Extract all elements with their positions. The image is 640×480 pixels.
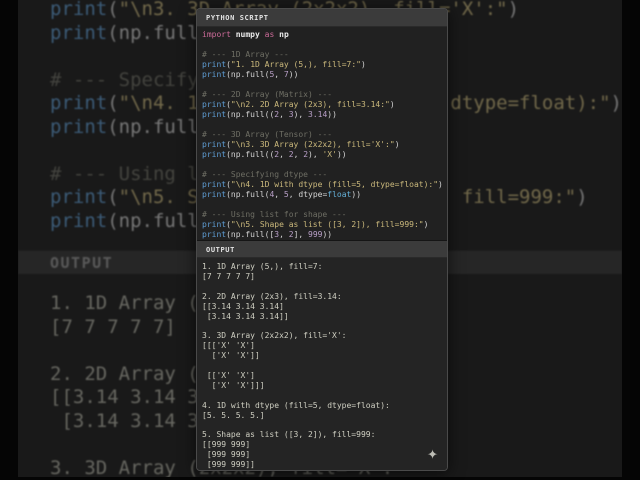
- code-line: ['X' 'X']]: [202, 351, 260, 361]
- bg-output-header-label: OUTPUT: [50, 254, 114, 272]
- script-code: import numpy as np # --- 1D Array --- pri…: [197, 27, 447, 240]
- code-line: [3.14 3.14 3.14]]: [202, 311, 289, 321]
- output-header-label: OUTPUT: [206, 246, 235, 254]
- code-line: [[3.14 3.14 3.14]: [202, 301, 284, 311]
- script-header-label: PYTHON SCRIPT: [206, 14, 269, 22]
- code-line: [999 999]]: [202, 460, 255, 470]
- code-line: [7 7 7 7 7]: [202, 271, 255, 281]
- script-header: PYTHON SCRIPT: [197, 9, 447, 27]
- code-line: 3. 3D Array (2x2x2), fill='X':: [202, 331, 347, 341]
- code-line: # --- Specifying dtype ---: [202, 170, 328, 179]
- code-line: # --- 3D Array (Tensor) ---: [202, 130, 333, 139]
- sparkle-icon: ✦: [427, 443, 438, 465]
- code-line: 5. Shape as list ([3, 2]), fill=999:: [202, 430, 376, 440]
- code-line: print(np.full((2, 3), 3.14)): [202, 110, 337, 119]
- code-line: 2. 2D Array (2x3), fill=3.14:: [202, 291, 342, 301]
- code-panel: PYTHON SCRIPT import numpy as np # --- 1…: [196, 8, 448, 471]
- output-code: ✦ 1. 1D Array (5,), fill=7: [7 7 7 7 7] 2…: [197, 258, 447, 470]
- code-line: print(np.full((2, 2, 2), 'X')): [202, 150, 347, 159]
- code-line: [999 999]: [202, 450, 251, 460]
- code-line: print(np.full(5, 7)): [202, 70, 299, 79]
- code-line: print("\n5. Shape as list ([3, 2]), fill…: [202, 220, 429, 229]
- code-line: 4. 1D with dtype (fill=5, dtype=float):: [202, 400, 390, 410]
- code-line: print("\n4. 1D with dtype (fill=5, dtype…: [202, 180, 443, 189]
- code-line: # --- 2D Array (Matrix) ---: [202, 90, 333, 99]
- code-line: 1. 1D Array (5,), fill=7:: [202, 262, 323, 271]
- output-header: OUTPUT: [197, 240, 447, 258]
- code-line: import numpy as np: [202, 30, 289, 39]
- code-line: print(np.full([3, 2], 999)): [202, 230, 333, 239]
- code-line: [['X' 'X']: [202, 370, 255, 380]
- code-line: print("\n3. 3D Array (2x2x2), fill='X':"…: [202, 140, 400, 149]
- code-line: # --- Using list for shape ---: [202, 210, 347, 219]
- code-line: print("1. 1D Array (5,), fill=7:"): [202, 60, 366, 69]
- code-line: print(np.full(4, 5, dtype=float)): [202, 190, 362, 199]
- code-line: [[999 999]: [202, 440, 251, 450]
- code-line: [5. 5. 5. 5.]: [202, 410, 265, 420]
- code-line: [[['X' 'X']: [202, 341, 255, 351]
- code-line: ['X' 'X']]]: [202, 380, 265, 390]
- code-line: print("\n2. 2D Array (2x3), fill=3.14:"): [202, 100, 395, 109]
- code-line: # --- 1D Array ---: [202, 50, 289, 59]
